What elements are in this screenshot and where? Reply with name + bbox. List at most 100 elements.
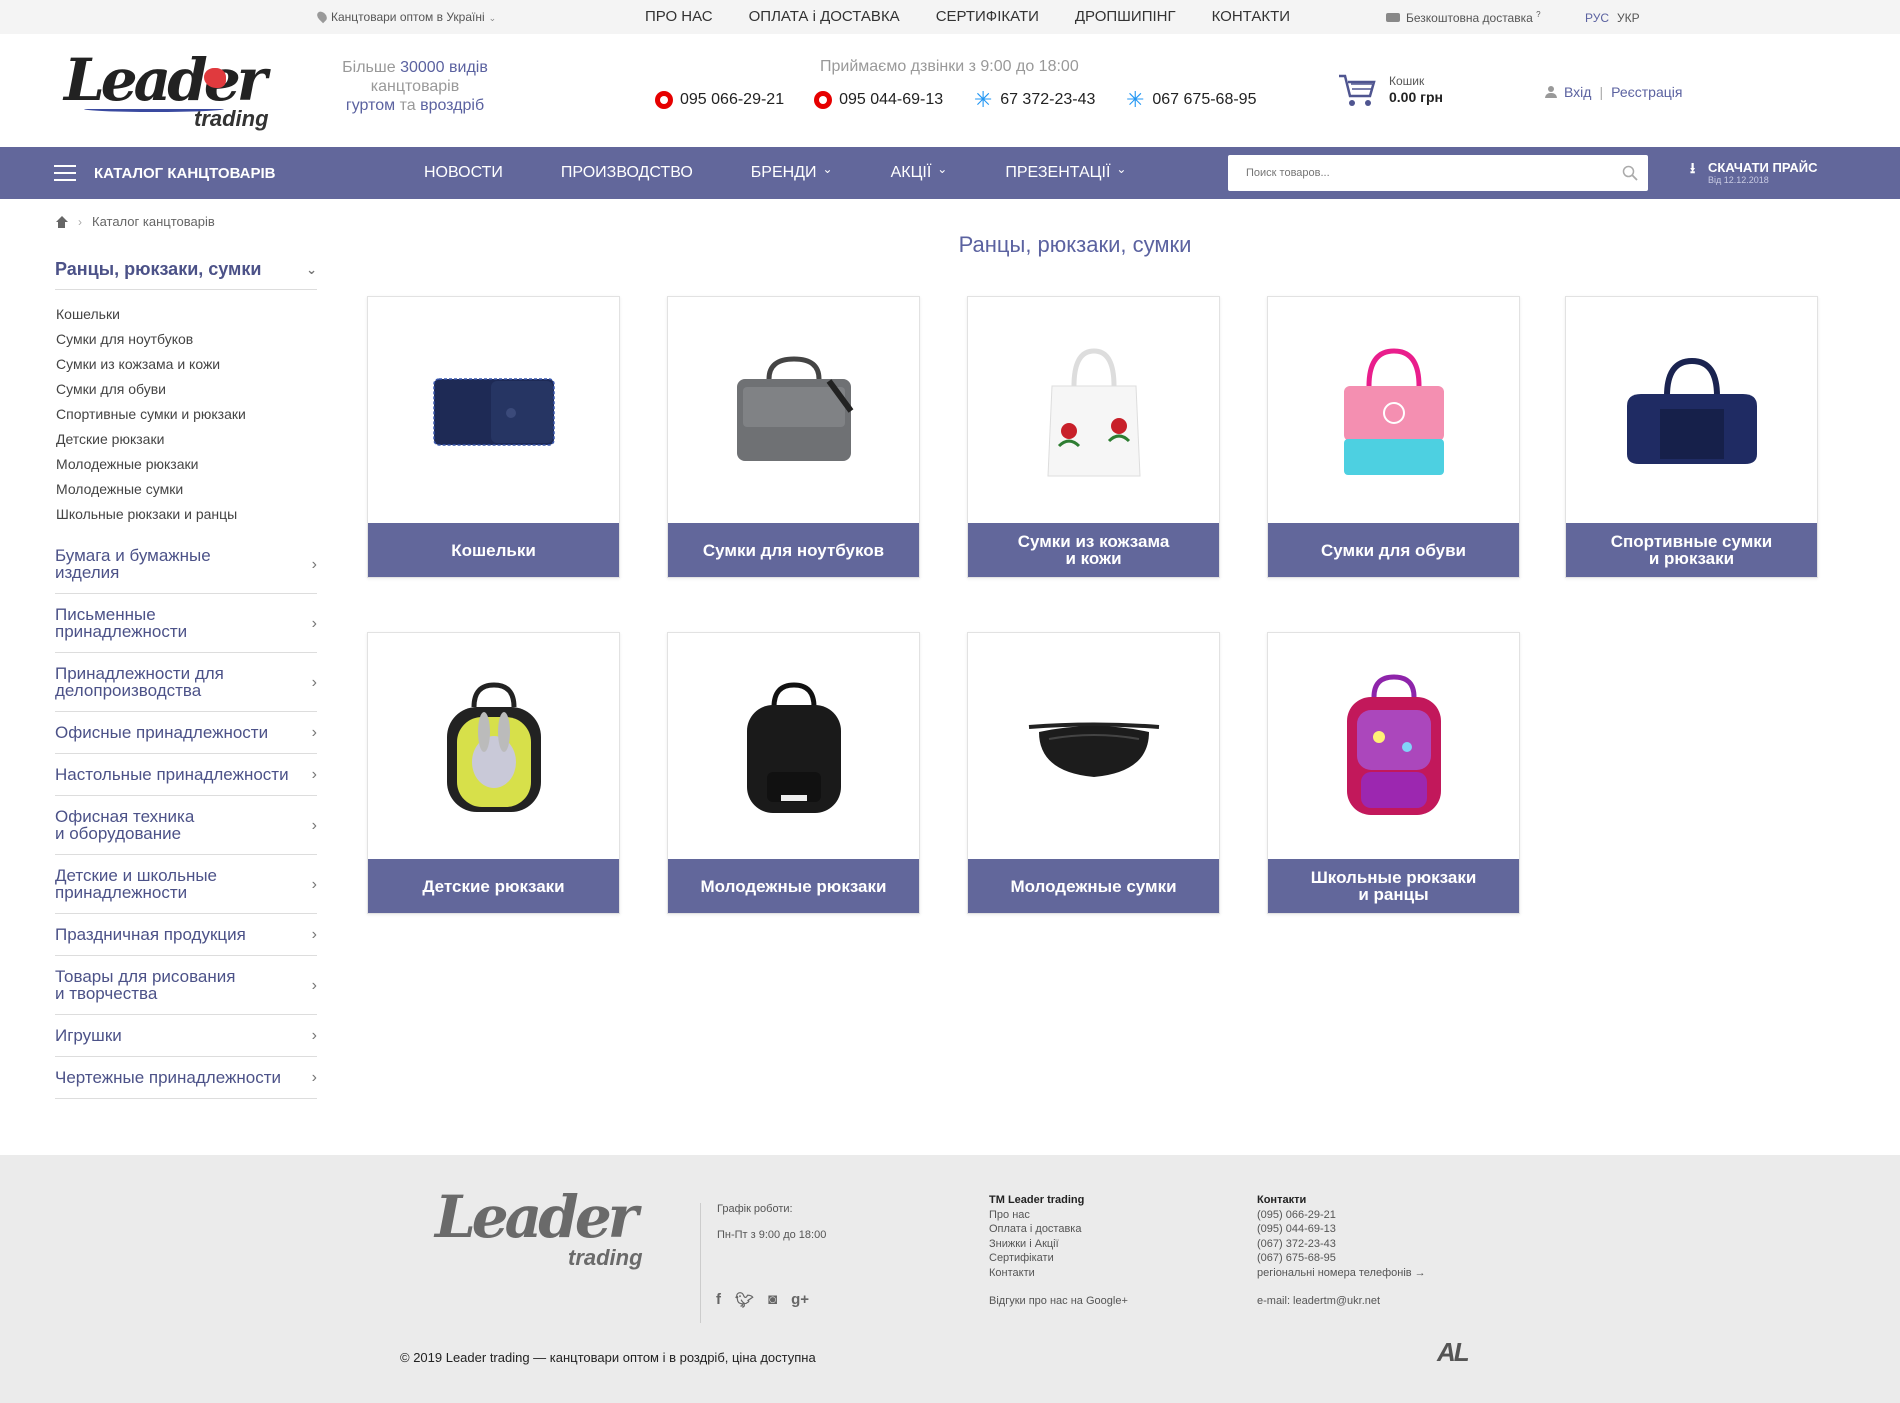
breadcrumb-catalog[interactable]: Каталог канцтоварів (92, 214, 215, 229)
topnav-dropshipping[interactable]: ДРОПШИПІНГ (1075, 8, 1176, 25)
sidebar-item-school[interactable]: Детские и школьные принадлежности › (55, 855, 317, 914)
footer-phone[interactable]: (067) 372-23-43 (1257, 1237, 1426, 1252)
sidebar-subitem[interactable]: Сумки для ноутбуков (56, 327, 317, 352)
sidebar-item-writing[interactable]: Письменные принадлежности › (55, 594, 317, 653)
search-box (1228, 155, 1648, 191)
phone-item[interactable]: 095 066-29-21 (655, 90, 784, 110)
logo-sub-text: trading (194, 106, 269, 131)
sidebar-item-office-supplies[interactable]: Офисные принадлежности › (55, 712, 317, 754)
sidebar-item-office-work[interactable]: Принадлежности для делопроизводства › (55, 653, 317, 712)
vodafone-icon (814, 91, 833, 109)
sidebar-item-art[interactable]: Товары для рисования и творчества › (55, 956, 317, 1015)
sidebar-item-holiday[interactable]: Праздничная продукция › (55, 914, 317, 956)
footer-link[interactable]: Сертифікати (989, 1251, 1128, 1266)
cart-sum: 0.00 грн (1389, 89, 1443, 105)
category-card-laptop-bags[interactable]: Сумки для ноутбуков (667, 296, 920, 578)
category-card-wallets[interactable]: Кошельки (367, 296, 620, 578)
chevron-right-icon: › (311, 555, 317, 573)
lang-ru[interactable]: РУС (1585, 11, 1609, 25)
footer-phone[interactable]: (095) 044-69-13 (1257, 1222, 1426, 1237)
sidebar-subitem[interactable]: Спортивные сумки и рюкзаки (56, 402, 317, 427)
topnav-about[interactable]: ПРО НАС (645, 8, 713, 25)
page-title: Ранцы, рюкзаки, сумки (958, 232, 1192, 257)
sidebar-item-label: Детские и школьные принадлежности (55, 866, 218, 902)
shoe-bag-image (1268, 297, 1519, 524)
user-icon (1545, 86, 1557, 98)
sidebar-subitem[interactable]: Сумки из кожзама и кожи (56, 352, 317, 377)
footer-col-company: ТМ Leader trading Про нас Оплата і доста… (989, 1193, 1128, 1309)
home-icon[interactable] (55, 215, 68, 228)
sidebar-subitem[interactable]: Школьные рюкзаки и ранцы (56, 502, 317, 527)
category-card-label: Сумки для обуви (1268, 523, 1519, 577)
category-card-youth-bags[interactable]: Молодежные сумки (967, 632, 1220, 914)
sidebar-subitem[interactable]: Кошельки (56, 302, 317, 327)
vodafone-icon (655, 91, 673, 109)
google-plus-icon[interactable]: g+ (791, 1291, 809, 1309)
catalog-menu-button[interactable]: КАТАЛОГ КАНЦТОВАРІВ (54, 147, 276, 199)
region-selector[interactable]: Канцтовари оптом в Україні ⌄ (315, 9, 497, 24)
phone-number: 095 066-29-21 (680, 91, 785, 108)
category-card-kids-backpacks[interactable]: Детские рюкзаки (367, 632, 620, 914)
regional-phones-link[interactable]: регіональні номера телефонів → (1257, 1266, 1426, 1281)
sidebar-item-drawing[interactable]: Чертежные принадлежности › (55, 1057, 317, 1099)
cart-icon (1339, 74, 1376, 106)
sidebar-subitem[interactable]: Молодежные рюкзаки (56, 452, 317, 477)
category-card-leather-bags[interactable]: Сумки из кожзама и кожи (967, 296, 1220, 578)
sidebar-item-label: Настольные принадлежности (55, 765, 289, 784)
footer-phone[interactable]: (067) 675-68-95 (1257, 1251, 1426, 1266)
search-input[interactable] (1228, 155, 1608, 191)
sidebar-item-office-equipment[interactable]: Офисная техника и оборудование › (55, 796, 317, 855)
footer-col-title: ТМ Leader trading (989, 1194, 1085, 1206)
footer-link[interactable]: Про нас (989, 1208, 1128, 1223)
sidebar-subitem[interactable]: Детские рюкзаки (56, 427, 317, 452)
call-hours: Приймаємо дзвінки з 9:00 до 18:00 (820, 58, 1079, 75)
footer-link[interactable]: Оплата і доставка (989, 1222, 1128, 1237)
category-card-shoe-bags[interactable]: Сумки для обуви (1267, 296, 1520, 578)
sidebar-item-label: Чертежные принадлежности (55, 1068, 281, 1087)
phone-item[interactable]: ✳ 067 675-68-95 (1125, 89, 1256, 111)
chevron-down-icon: ⌄ (488, 13, 497, 23)
sidebar-active-category[interactable]: Ранцы, рюкзаки, сумки ⌄ (55, 250, 317, 290)
footer-email[interactable]: e-mail: leadertm@ukr.net (1257, 1294, 1426, 1309)
search-icon[interactable] (1622, 165, 1638, 181)
footer-logo[interactable]: Leader trading (435, 1183, 650, 1275)
instagram-icon[interactable]: ◙ (768, 1291, 777, 1309)
register-link[interactable]: Реєстрація (1611, 84, 1682, 100)
delivery-info-mark: ? (1536, 10, 1541, 19)
category-card-school-backpacks[interactable]: Школьные рюкзаки и ранцы (1267, 632, 1520, 914)
sidebar-subitem[interactable]: Сумки для обуви (56, 377, 317, 402)
topnav-certificates[interactable]: СЕРТИФІКАТИ (936, 8, 1039, 25)
category-card-youth-backpacks[interactable]: Молодежные рюкзаки (667, 632, 920, 914)
phone-item[interactable]: ✳ 67 372-23-43 (973, 89, 1095, 111)
phone-item[interactable]: 095 044-69-13 (814, 90, 943, 110)
sidebar-item-paper[interactable]: Бумага и бумажные изделия › (55, 535, 317, 594)
topnav-contacts[interactable]: КОНТАКТИ (1212, 8, 1290, 25)
sidebar-item-desk[interactable]: Настольные принадлежности › (55, 754, 317, 796)
free-delivery-link[interactable]: Безкоштовна доставка ? (1386, 10, 1541, 25)
header-slogan: Більше 30000 видів канцтоварів гуртом та… (330, 58, 500, 115)
footer-link[interactable]: Контакти (989, 1266, 1128, 1281)
cart-widget[interactable]: Кошик 0.00 грн (1337, 68, 1477, 114)
login-link[interactable]: Вхід (1564, 84, 1591, 100)
site-logo[interactable]: Leader trading (64, 46, 279, 138)
footer-link[interactable]: Знижки і Акції (989, 1237, 1128, 1252)
nav-news[interactable]: НОВОСТИ (424, 164, 503, 182)
category-card-label: Детские рюкзаки (368, 859, 619, 913)
twitter-icon[interactable]: 🐦︎ (735, 1291, 754, 1309)
facebook-icon[interactable]: f (716, 1291, 721, 1309)
footer: Leader trading Графік роботи: Пн-Пт з 9:… (0, 1155, 1900, 1403)
nav-brands[interactable]: БРЕНДИ (751, 164, 833, 182)
sidebar-subitem[interactable]: Молодежные сумки (56, 477, 317, 502)
nav-production[interactable]: ПРОИЗВОДСТВО (561, 164, 693, 182)
slogan-highlight: гуртом (345, 97, 396, 114)
download-price-button[interactable]: СКАЧАТИ ПРАЙС Від 12.12.2018 (1690, 158, 1817, 185)
topnav-payment-delivery[interactable]: ОПЛАТА і ДОСТАВКА (749, 8, 900, 25)
developer-logo[interactable]: AL (1437, 1337, 1470, 1368)
footer-reviews-link[interactable]: Відгуки про нас на Google+ (989, 1294, 1128, 1309)
nav-presentations[interactable]: ПРЕЗЕНТАЦІЇ (1005, 164, 1126, 182)
category-card-sport-bags[interactable]: Спортивные сумки и рюкзаки (1565, 296, 1818, 578)
sidebar-item-toys[interactable]: Игрушки › (55, 1015, 317, 1057)
nav-promotions[interactable]: АКЦІЇ (891, 164, 948, 182)
footer-phone[interactable]: (095) 066-29-21 (1257, 1208, 1426, 1223)
lang-ua[interactable]: УКР (1617, 11, 1640, 25)
